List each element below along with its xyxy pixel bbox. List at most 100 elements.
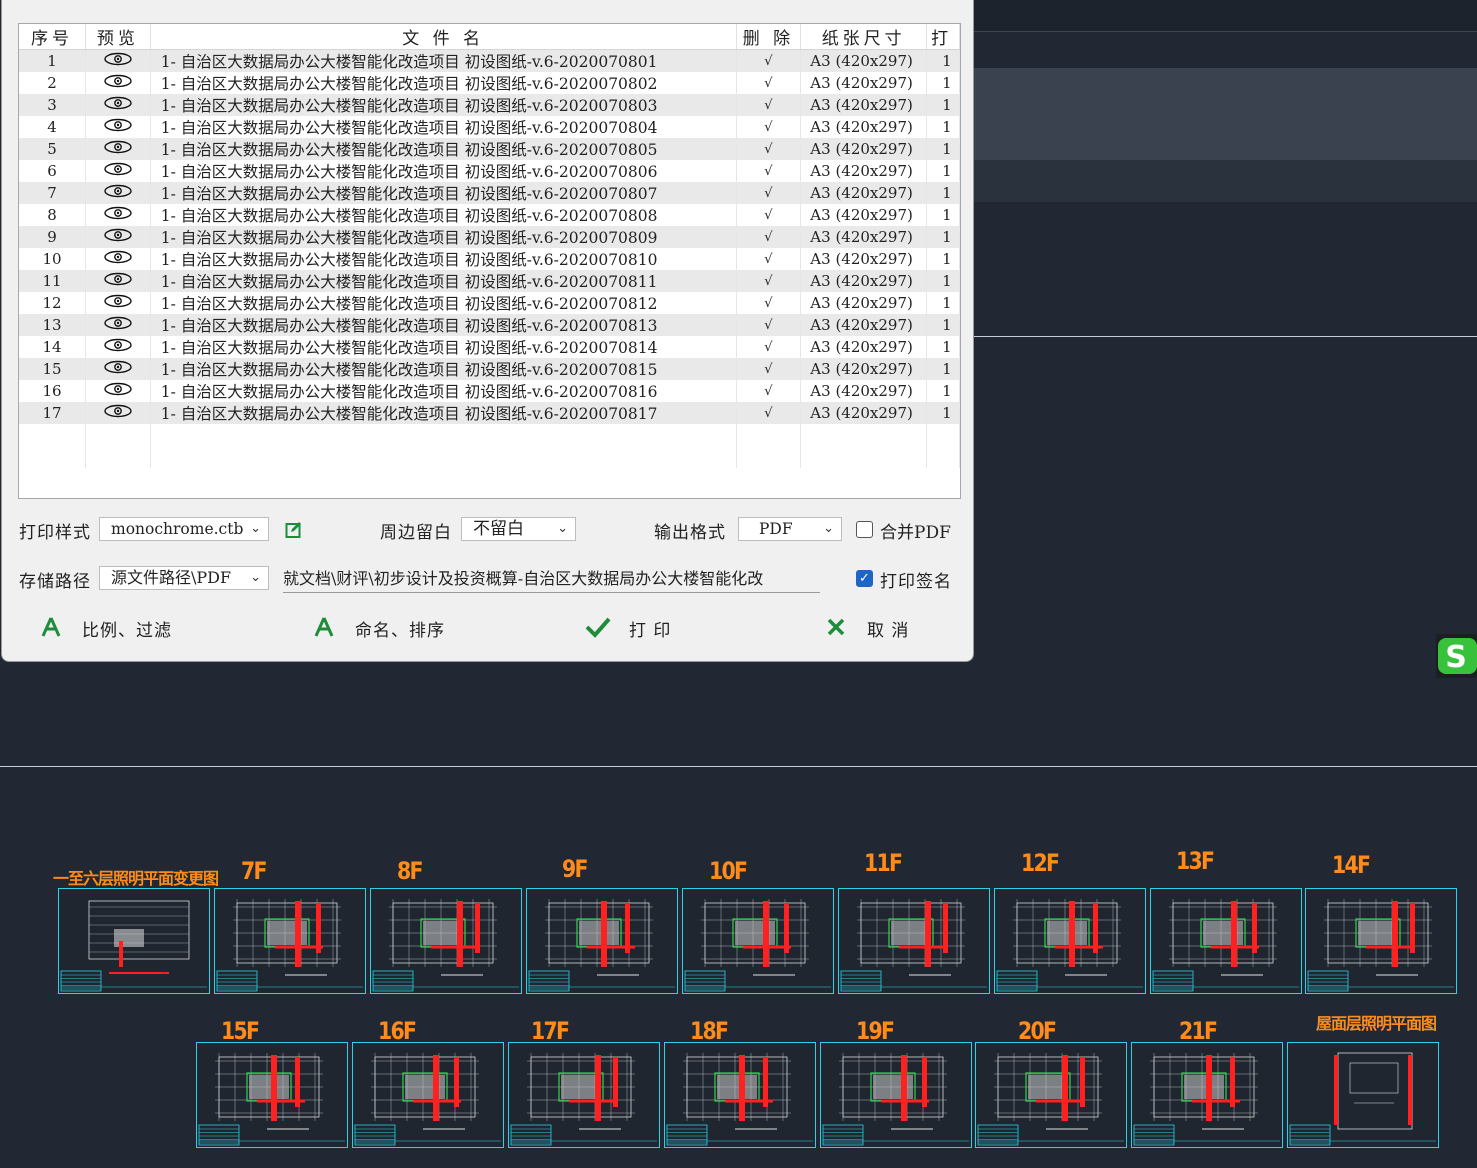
drawing-sheet-thumbnail[interactable]: [664, 1042, 816, 1148]
drawing-sheet-thumbnail[interactable]: [1150, 888, 1302, 994]
print-signature-label[interactable]: 打印签名: [880, 567, 952, 592]
print-copies-cell: 1: [926, 138, 960, 160]
scale-filter-button[interactable]: 比例、过滤: [38, 616, 172, 646]
chevron-down-icon: ⌄: [250, 570, 261, 585]
preview-eye-icon[interactable]: [85, 160, 151, 182]
drawing-sheet-thumbnail[interactable]: [994, 888, 1146, 994]
drawing-sheet-thumbnail[interactable]: [214, 888, 366, 994]
preview-eye-icon[interactable]: [85, 226, 151, 248]
delete-mark[interactable]: √: [736, 138, 802, 160]
delete-mark[interactable]: √: [736, 204, 802, 226]
drawing-sheet-thumbnail[interactable]: [352, 1042, 504, 1148]
print-copies-cell: 1: [926, 226, 960, 248]
delete-mark[interactable]: √: [736, 226, 802, 248]
column-header-print[interactable]: 打: [926, 24, 960, 50]
preview-eye-icon[interactable]: [85, 358, 151, 380]
naming-sort-button[interactable]: 命名、排序: [311, 616, 445, 646]
preview-eye-icon[interactable]: [85, 380, 151, 402]
preview-eye-icon[interactable]: [85, 314, 151, 336]
print-copies-cell: 1: [926, 248, 960, 270]
preview-eye-icon[interactable]: [85, 292, 151, 314]
save-path-input[interactable]: 就文档\财评\初步设计及投资概算-自治区大数据局办公大楼智能化改: [283, 566, 820, 593]
drawing-sheet-thumbnail[interactable]: [1131, 1042, 1283, 1148]
column-header-filename[interactable]: 文 件 名: [150, 24, 737, 50]
delete-mark[interactable]: √: [736, 160, 802, 182]
print-copies-cell: 1: [926, 160, 960, 182]
table-row[interactable]: 17 1- 自治区大数据局办公大楼智能化改造项目 初设图纸-v.6-2020070…: [19, 402, 960, 424]
drawing-sheet-thumbnail[interactable]: [820, 1042, 972, 1148]
delete-mark[interactable]: √: [736, 72, 802, 94]
table-row[interactable]: 16 1- 自治区大数据局办公大楼智能化改造项目 初设图纸-v.6-2020070…: [19, 380, 960, 402]
table-row[interactable]: 13 1- 自治区大数据局办公大楼智能化改造项目 初设图纸-v.6-2020070…: [19, 314, 960, 336]
drawing-sheet-thumbnail[interactable]: [838, 888, 990, 994]
print-button[interactable]: 打 印: [585, 616, 671, 646]
column-header-preview[interactable]: 预览: [85, 24, 151, 50]
table-row[interactable]: 9 1- 自治区大数据局办公大楼智能化改造项目 初设图纸-v.6-20200708…: [19, 226, 960, 248]
column-header-paper-size[interactable]: 纸张尺寸: [800, 24, 928, 50]
file-name-cell: 1- 自治区大数据局办公大楼智能化改造项目 初设图纸-v.6-202007081…: [150, 358, 737, 380]
merge-pdf-label[interactable]: 合并PDF: [880, 518, 951, 543]
preview-eye-icon[interactable]: [85, 402, 151, 424]
table-row[interactable]: 4 1- 自治区大数据局办公大楼智能化改造项目 初设图纸-v.6-20200708…: [19, 116, 960, 138]
drawing-sheet-thumbnail[interactable]: [1287, 1042, 1439, 1148]
close-icon: [823, 616, 849, 647]
preview-eye-icon[interactable]: [85, 94, 151, 116]
delete-mark[interactable]: √: [736, 402, 802, 424]
drawing-sheet-thumbnail[interactable]: [370, 888, 522, 994]
delete-mark[interactable]: √: [736, 94, 802, 116]
output-format-select[interactable]: PDF ⌄: [738, 517, 842, 541]
delete-mark[interactable]: √: [736, 270, 802, 292]
drawing-sheet-thumbnail[interactable]: [1305, 888, 1457, 994]
paper-size-cell: A3 (420x297): [800, 182, 928, 204]
preview-eye-icon[interactable]: [85, 182, 151, 204]
drawing-sheet-thumbnail[interactable]: [196, 1042, 348, 1148]
preview-eye-icon[interactable]: [85, 336, 151, 358]
margin-select[interactable]: 不留白 ⌄: [461, 517, 576, 541]
table-row[interactable]: 3 1- 自治区大数据局办公大楼智能化改造项目 初设图纸-v.6-20200708…: [19, 94, 960, 116]
table-row[interactable]: 5 1- 自治区大数据局办公大楼智能化改造项目 初设图纸-v.6-20200708…: [19, 138, 960, 160]
table-row[interactable]: 10 1- 自治区大数据局办公大楼智能化改造项目 初设图纸-v.6-2020070…: [19, 248, 960, 270]
drawing-sheet-thumbnail[interactable]: [975, 1042, 1127, 1148]
merge-pdf-checkbox[interactable]: [856, 521, 873, 538]
table-row[interactable]: 11 1- 自治区大数据局办公大楼智能化改造项目 初设图纸-v.6-2020070…: [19, 270, 960, 292]
column-header-delete[interactable]: 删 除: [736, 24, 802, 50]
table-row[interactable]: 14 1- 自治区大数据局办公大楼智能化改造项目 初设图纸-v.6-2020070…: [19, 336, 960, 358]
delete-mark[interactable]: √: [736, 314, 802, 336]
preview-eye-icon[interactable]: [85, 270, 151, 292]
drawing-sheet-thumbnail[interactable]: [682, 888, 834, 994]
delete-mark[interactable]: √: [736, 336, 802, 358]
table-row[interactable]: 7 1- 自治区大数据局办公大楼智能化改造项目 初设图纸-v.6-20200708…: [19, 182, 960, 204]
drawing-sheet-thumbnail[interactable]: [58, 888, 210, 994]
table-row[interactable]: 1 1- 自治区大数据局办公大楼智能化改造项目 初设图纸-v.6-20200708…: [19, 49, 960, 72]
edit-icon[interactable]: [285, 521, 303, 543]
drawing-sheet-thumbnail[interactable]: [526, 888, 678, 994]
preview-eye-icon[interactable]: [85, 72, 151, 94]
delete-mark[interactable]: √: [736, 380, 802, 402]
table-row[interactable]: 2 1- 自治区大数据局办公大楼智能化改造项目 初设图纸-v.6-20200708…: [19, 72, 960, 94]
delete-mark[interactable]: √: [736, 182, 802, 204]
print-signature-checkbox[interactable]: ✓: [856, 570, 873, 587]
table-row[interactable]: 8 1- 自治区大数据局办公大楼智能化改造项目 初设图纸-v.6-20200708…: [19, 204, 960, 226]
column-header-no[interactable]: 序号: [19, 24, 87, 50]
preview-eye-icon[interactable]: [85, 248, 151, 270]
delete-mark[interactable]: √: [736, 248, 802, 270]
cancel-button[interactable]: 取 消: [823, 616, 909, 646]
save-path-select[interactable]: 源文件路径\PDF ⌄: [99, 566, 269, 590]
preview-eye-icon[interactable]: [85, 49, 151, 72]
preview-eye-icon[interactable]: [85, 116, 151, 138]
delete-mark[interactable]: √: [736, 49, 802, 72]
table-row[interactable]: 15 1- 自治区大数据局办公大楼智能化改造项目 初设图纸-v.6-2020070…: [19, 358, 960, 380]
drawing-sheet-thumbnail[interactable]: [508, 1042, 660, 1148]
table-row[interactable]: 12 1- 自治区大数据局办公大楼智能化改造项目 初设图纸-v.6-2020070…: [19, 292, 960, 314]
row-number: 3: [19, 94, 87, 116]
delete-mark[interactable]: √: [736, 358, 802, 380]
file-grid[interactable]: 序号 预览 文 件 名 删 除 纸张尺寸 打 1 1- 自治区大数据局办公大楼智能…: [18, 23, 961, 499]
plot-style-select[interactable]: monochrome.ctb ⌄: [99, 517, 269, 541]
row-number: 12: [19, 292, 87, 314]
preview-eye-icon[interactable]: [85, 204, 151, 226]
preview-eye-icon[interactable]: [85, 138, 151, 160]
paper-size-cell: A3 (420x297): [800, 358, 928, 380]
table-row[interactable]: 6 1- 自治区大数据局办公大楼智能化改造项目 初设图纸-v.6-20200708…: [19, 160, 960, 182]
delete-mark[interactable]: √: [736, 292, 802, 314]
delete-mark[interactable]: √: [736, 116, 802, 138]
